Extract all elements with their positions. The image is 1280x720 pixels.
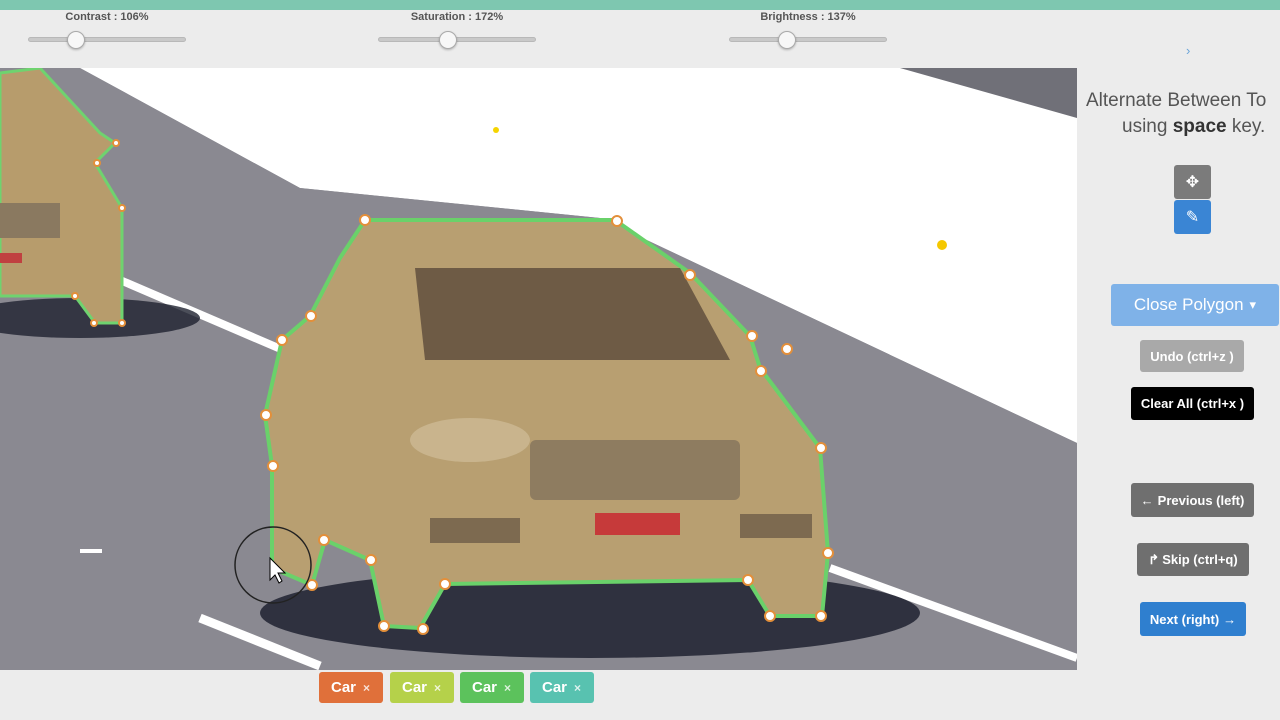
move-icon: ✥ [1185,174,1200,191]
tag-car-4[interactable]: Car × [530,672,594,703]
next-button[interactable]: Next (right) → [1140,602,1246,636]
arrow-right-icon: → [1223,611,1237,627]
previous-label: Previous (left) [1157,492,1245,508]
close-polygon-label: Close Polygon [1133,295,1244,314]
pencil-icon: ✎ [1185,209,1200,226]
saturation-slider-group: Saturation : 172% [367,10,547,49]
tag-label: Car [331,679,357,696]
undo-button[interactable]: Undo (ctrl+z ) [1140,340,1244,372]
road-image [0,68,1077,670]
clear-all-button[interactable]: Clear All (ctrl+x ) [1131,387,1254,420]
image-adjustment-sliders: Contrast : 106% Saturation : 172% Bright… [0,10,1280,68]
skip-button[interactable]: ↱ Skip (ctrl+q) [1137,543,1249,576]
tag-label: Car [402,679,428,696]
pen-tool-button[interactable]: ✎ [1174,200,1211,234]
remove-tag-icon[interactable]: × [574,681,581,695]
close-polygon-button[interactable]: Close Polygon ▾ [1111,284,1279,326]
contrast-label: Contrast : 106% [65,11,149,23]
arrow-left-icon: ← [1140,492,1154,508]
tag-label: Car [472,679,498,696]
share-icon: ↱ [1148,551,1160,567]
saturation-slider[interactable] [378,31,536,49]
remove-tag-icon[interactable]: × [363,681,370,695]
tag-car-3[interactable]: Car × [460,672,524,703]
tag-label: Car [542,679,568,696]
skip-label: Skip (ctrl+q) [1162,552,1238,567]
top-accent-bar [0,0,1280,10]
contrast-slider-group: Contrast : 106% [17,10,197,49]
hint-key: space [1172,116,1227,137]
label-tags-bar: Car × Car × Car × Car × [0,670,1077,720]
hint-line-2: using space key. [1122,116,1265,138]
remove-tag-icon[interactable]: × [434,681,441,695]
hint-line-1: Alternate Between To [1086,90,1267,111]
brightness-slider[interactable] [729,31,887,49]
tool-sidebar: Alternate Between To using space key. ✥ … [1077,68,1280,670]
previous-button[interactable]: ← Previous (left) [1131,483,1254,517]
move-tool-button[interactable]: ✥ [1174,165,1211,199]
brightness-slider-thumb[interactable] [778,31,796,49]
brightness-slider-group: Brightness : 137% [718,10,898,49]
next-label: Next (right) [1149,611,1220,627]
hint-tail: key. [1231,116,1266,137]
caret-down-icon: ▾ [1249,297,1257,312]
remove-tag-icon[interactable]: × [504,681,511,695]
tag-car-2[interactable]: Car × [390,672,454,703]
saturation-label: Saturation : 172% [410,11,504,23]
tag-car-1[interactable]: Car × [319,672,383,703]
annotation-canvas[interactable] [0,68,1077,670]
chevron-right-icon[interactable]: › [1186,43,1190,58]
hint-using: using [1122,116,1168,137]
contrast-slider-thumb[interactable] [67,31,85,49]
saturation-slider-thumb[interactable] [439,31,457,49]
contrast-slider[interactable] [28,31,186,49]
brightness-label: Brightness : 137% [760,11,856,23]
